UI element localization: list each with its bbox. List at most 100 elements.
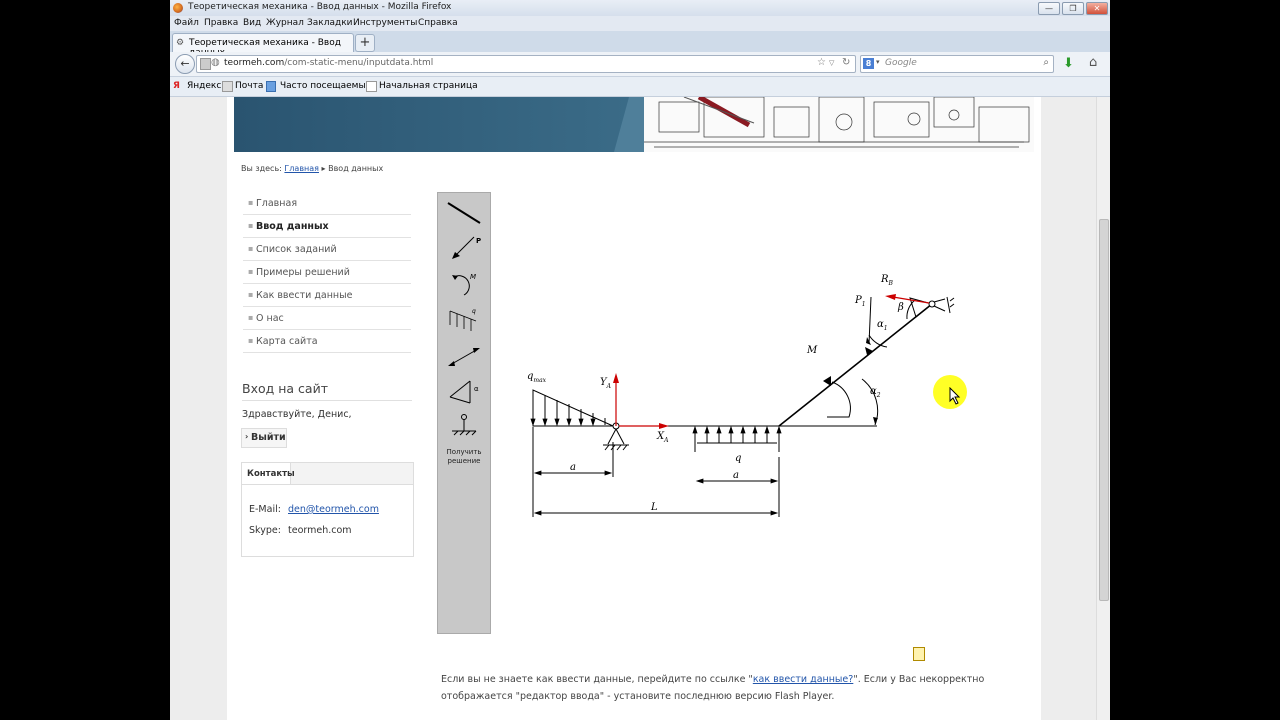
- search-input[interactable]: Google: [885, 58, 917, 68]
- sidebar-item-examples[interactable]: ▪ Примеры решений: [243, 261, 411, 284]
- download-icon[interactable]: ⬇: [1063, 56, 1074, 71]
- mail-icon: [222, 81, 233, 92]
- search-bar[interactable]: 8 ▾ Google ⌕: [860, 55, 1054, 73]
- back-button[interactable]: ←: [175, 54, 195, 74]
- dropdown-icon[interactable]: ▽: [829, 59, 834, 67]
- search-icon[interactable]: ⌕: [1043, 57, 1049, 68]
- get-solution-label-2: решение: [447, 457, 481, 465]
- get-solution-button[interactable]: Получить решение: [440, 448, 488, 466]
- page-viewport: Вы здесь: Главная ▸ Ввод данных ▪ Главная…: [170, 97, 1110, 720]
- label-ya: YA: [600, 377, 612, 390]
- firefox-logo-icon: [173, 3, 183, 13]
- bullet-icon: ▪: [248, 336, 254, 345]
- title-bar: Теоретическая механика - Ввод данных - M…: [170, 0, 1110, 16]
- rod-icon: [447, 202, 481, 224]
- bookmarks-toolbar: Я Яндекс Почта Часто посещаемые Начальна…: [170, 77, 1110, 97]
- sidebar-item-label: Карта сайта: [256, 336, 318, 347]
- globe-icon: ◍: [211, 57, 220, 68]
- new-tab-button[interactable]: +: [355, 34, 375, 52]
- contacts-header: Контакты: [242, 463, 413, 485]
- tab-contacts-label: Контакты: [247, 469, 295, 479]
- rod-tool[interactable]: [438, 195, 490, 229]
- mechanics-diagram[interactable]: qmax YA XA q a a L M P1 RB α1 α2 β: [527, 267, 987, 527]
- sidebar-item-label: Главная: [256, 198, 298, 209]
- angle-tool[interactable]: α: [438, 375, 490, 409]
- tab-contacts[interactable]: Контакты: [242, 463, 295, 484]
- email-link[interactable]: den@teormeh.com: [288, 504, 379, 515]
- reload-icon[interactable]: ↻: [842, 57, 850, 68]
- close-button[interactable]: ✕: [1086, 2, 1108, 15]
- url-host: teormeh.com: [224, 58, 285, 68]
- sidebar-item-how-to[interactable]: ▪ Как ввести данные: [243, 284, 411, 307]
- banner-image: [234, 97, 1034, 152]
- moment-icon: M: [452, 273, 476, 296]
- bookmark-yandex[interactable]: Яндекс: [187, 81, 221, 91]
- url-path: /com-static-menu/inputdata.html: [284, 58, 434, 68]
- bullet-icon: ▪: [248, 290, 254, 299]
- menu-edit[interactable]: Правка: [204, 18, 238, 28]
- moment-tool[interactable]: M: [438, 267, 490, 301]
- angle-icon: α: [449, 380, 479, 404]
- window-title: Теоретическая механика - Ввод данных - M…: [188, 2, 452, 12]
- login-heading: Вход на сайт: [242, 381, 412, 401]
- menu-bookmarks[interactable]: Закладки: [307, 18, 353, 28]
- minimize-button[interactable]: —: [1038, 2, 1060, 15]
- angle-tool-label: α: [474, 385, 479, 393]
- contacts-box: Контакты E-Mail: den@teormeh.com Skype: …: [241, 462, 414, 557]
- force-tool-label: P: [476, 237, 481, 245]
- site-banner: [234, 97, 1034, 152]
- logout-button[interactable]: › Выйти: [241, 428, 287, 448]
- dimension-tool[interactable]: [438, 339, 490, 373]
- editor-toolbar: P M q α Получить решение: [437, 192, 491, 634]
- maximize-button[interactable]: ❐: [1062, 2, 1084, 15]
- url-bar[interactable]: ◍ teormeh.com/com-static-menu/inputdata.…: [196, 55, 856, 73]
- distributed-load-tool[interactable]: q: [438, 303, 490, 337]
- breadcrumb-prefix: Вы здесь:: [241, 164, 282, 173]
- breadcrumb-home-link[interactable]: Главная: [284, 164, 319, 173]
- navigation-toolbar: ← ◍ teormeh.com/com-static-menu/inputdat…: [170, 52, 1110, 77]
- label-M: M: [806, 345, 818, 356]
- how-to-link[interactable]: как ввести данные?: [753, 674, 854, 685]
- support-tool[interactable]: [438, 411, 490, 445]
- sidebar-item-task-list[interactable]: ▪ Список заданий: [243, 238, 411, 261]
- skype-value: teormeh.com: [288, 525, 352, 536]
- search-engine-icon[interactable]: 8: [863, 58, 874, 69]
- label-beta: β: [897, 302, 904, 313]
- yandex-icon: Я: [173, 81, 180, 91]
- most-visited-icon: [266, 81, 276, 92]
- force-tool[interactable]: P: [438, 231, 490, 265]
- label-RB: RB: [880, 274, 894, 287]
- dimension-icon: [448, 348, 480, 366]
- bookmark-start-page[interactable]: Начальная страница: [379, 81, 478, 91]
- menu-file[interactable]: Файл: [174, 18, 199, 28]
- greeting-text: Здравствуйте, Денис,: [242, 409, 352, 420]
- menu-help[interactable]: Справка: [418, 18, 458, 28]
- chevron-down-icon[interactable]: ▾: [876, 58, 880, 66]
- breadcrumb: Вы здесь: Главная ▸ Ввод данных: [241, 164, 383, 173]
- bullet-icon: ▪: [248, 221, 254, 230]
- sidebar-nav: ▪ Главная ▪ Ввод данных ▪ Список заданий ▪ П…: [243, 192, 411, 353]
- page-body: Вы здесь: Главная ▸ Ввод данных ▪ Главная…: [227, 97, 1041, 720]
- tab-current[interactable]: ⚙ Теоретическая механика - Ввод данных: [172, 33, 354, 58]
- bookmark-most-visited[interactable]: Часто посещаемые: [280, 81, 371, 91]
- get-solution-label-1: Получить: [446, 448, 482, 456]
- home-icon[interactable]: ⌂: [1089, 55, 1097, 70]
- scrollbar[interactable]: [1096, 97, 1110, 720]
- sidebar-item-input-data[interactable]: ▪ Ввод данных: [243, 215, 411, 238]
- sidebar-item-sitemap[interactable]: ▪ Карта сайта: [243, 330, 411, 353]
- label-alpha1: α1: [877, 319, 888, 332]
- sidebar-item-label: Как ввести данные: [256, 290, 353, 301]
- sidebar-item-home[interactable]: ▪ Главная: [243, 192, 411, 215]
- sidebar-item-label: Список заданий: [256, 244, 337, 255]
- bookmark-mail[interactable]: Почта: [235, 81, 263, 91]
- scrollbar-thumb[interactable]: [1099, 219, 1109, 601]
- site-identity-icon[interactable]: [200, 58, 211, 70]
- edit-icon[interactable]: [913, 647, 925, 661]
- menu-tools[interactable]: Инструменты: [353, 18, 417, 28]
- menu-history[interactable]: Журнал: [266, 18, 304, 28]
- label-q: q: [735, 453, 741, 464]
- page-icon: ⚙: [176, 38, 185, 48]
- star-icon[interactable]: ☆: [817, 57, 826, 68]
- sidebar-item-about[interactable]: ▪ О нас: [243, 307, 411, 330]
- menu-view[interactable]: Вид: [243, 18, 261, 28]
